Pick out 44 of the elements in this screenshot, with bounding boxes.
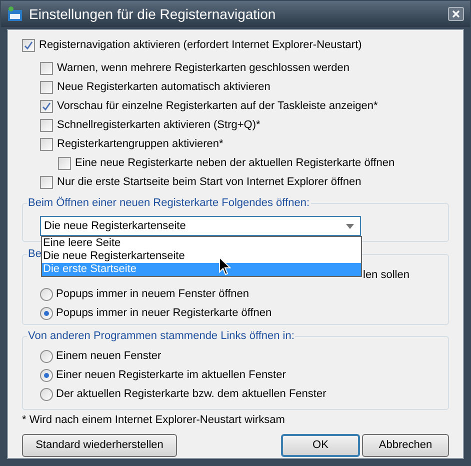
dropdown-option[interactable]: Eine leere Seite [42, 237, 361, 250]
window-icon [7, 6, 23, 22]
group-title: Beim Öffnen einer neuen Registerkarte Folgendes öffnen: [27, 196, 310, 210]
dialog-button[interactable]: Abbrechen [362, 434, 449, 457]
radio-button[interactable] [40, 288, 53, 301]
group-title: Von anderen Programmen stammende Links öffnen in: [27, 329, 296, 343]
checkbox-label: Neue Registerkarten automatisch aktivieren [57, 80, 270, 96]
checkbox[interactable] [40, 138, 53, 151]
checkbox[interactable] [40, 176, 53, 189]
checkmark-icon [42, 102, 51, 111]
radio-label: Popups immer in neuem Fenster öffnen [56, 287, 250, 302]
dropdown-option[interactable]: Die neue Registerkartenseite [42, 250, 361, 263]
checkbox-label: Registerkartengruppen aktivieren* [57, 137, 224, 152]
window-title: Einstellungen für die Registernavigation [29, 4, 277, 24]
checkbox-label: Nur die erste Startseite beim Start von Internet Explorer öffnen [57, 175, 362, 190]
radio-button[interactable] [40, 388, 53, 401]
checkbox[interactable] [40, 81, 53, 94]
dropdown-value: Die neue Registerkartenseite [44, 218, 186, 234]
checkbox[interactable] [40, 62, 53, 75]
radio-label: Der aktuellen Registerkarte bzw. dem aktuellen Fenster [56, 387, 326, 402]
radio-button[interactable] [40, 350, 53, 363]
dialog-button[interactable]: Standard wiederherstellen [22, 434, 177, 457]
checkbox[interactable] [40, 119, 53, 132]
close-icon [452, 10, 460, 18]
radio-label: len sollen [363, 268, 410, 284]
checkbox-label: Schnellregisterkarten aktivieren (Strg+Q)* [57, 118, 260, 134]
checkbox[interactable] [22, 39, 35, 52]
dropdown[interactable]: Die neue Registerkartenseite [40, 216, 361, 236]
dialog-button[interactable]: OK [281, 434, 360, 457]
caret-icon [346, 224, 354, 228]
radio-label: Einer neuen Registerkarte im aktuellen Fenster [56, 368, 286, 384]
checkbox[interactable] [58, 157, 71, 170]
checkmark-icon [24, 41, 33, 50]
checkbox-label: Warnen, wenn mehrere Registerkarten geschlossen werden [57, 61, 350, 76]
checkbox[interactable] [40, 100, 53, 113]
radio-button[interactable] [40, 369, 53, 382]
checkbox-label: Vorschau für einzelne Registerkarten auf der Taskleiste anzeigen* [57, 99, 378, 114]
checkbox-label: Eine neue Registerkarte neben der aktuellen Registerkarte öffnen [75, 156, 395, 172]
footnote: * Wird nach einem Internet Explorer-Neustart wirksam [22, 413, 286, 427]
radio-label: Einem neuen Fenster [56, 349, 162, 364]
checkbox-label: Registernavigation aktivieren (erfordert Internet Explorer-Neustart) [39, 38, 362, 54]
radio-button[interactable] [40, 307, 53, 320]
radio-label: Popups immer in neuer Registerkarte öffnen [56, 306, 272, 322]
close-button[interactable] [448, 7, 464, 21]
